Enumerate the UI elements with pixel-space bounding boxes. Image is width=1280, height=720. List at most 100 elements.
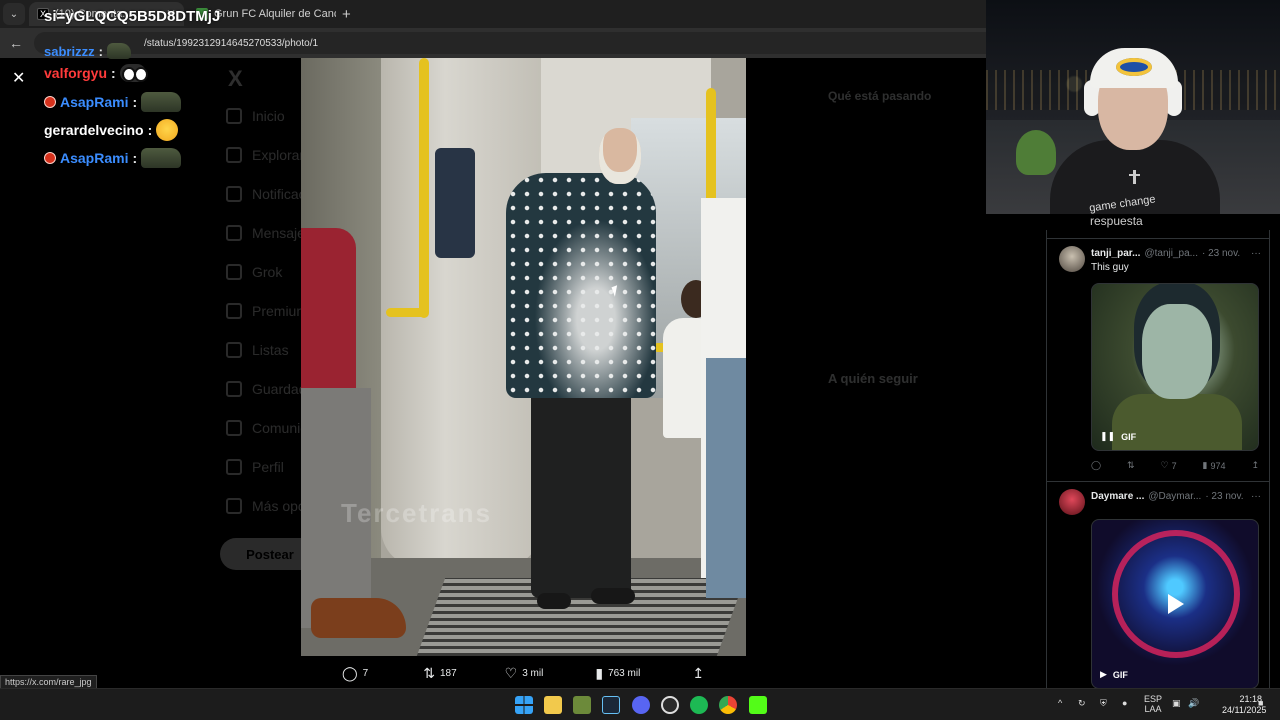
home-icon <box>226 108 242 124</box>
photo-man-legs <box>531 388 631 598</box>
more-circle-icon <box>226 498 242 514</box>
chat-message: valforgyu: <box>44 62 148 84</box>
sync-icon[interactable]: ↻ <box>1078 698 1086 709</box>
post-author-handle: @Daymar... <box>1148 491 1202 502</box>
post-text: This guy <box>1091 262 1129 273</box>
discord-icon[interactable] <box>632 696 650 714</box>
repost-button[interactable]: ⇅ 187 <box>423 665 456 682</box>
reply-label-partial: respuesta <box>1090 214 1143 228</box>
chat-username: valforgyu <box>44 65 108 81</box>
more-icon[interactable]: ··· <box>1251 491 1261 502</box>
minecraft-icon[interactable] <box>573 696 591 714</box>
share-icon: ↥ <box>692 664 705 681</box>
x-logo-icon[interactable]: X <box>228 66 243 92</box>
post-author-name[interactable]: Daymare ... <box>1091 491 1144 502</box>
cap-logo-icon <box>1116 58 1152 76</box>
frog-emote-icon <box>141 148 182 168</box>
play-small-icon[interactable]: ▶ <box>1100 669 1107 680</box>
tab-title: Grun FC Alquiler de Canchas de <box>214 8 336 20</box>
list-icon <box>226 342 242 358</box>
yellow-pole <box>419 58 429 318</box>
divider <box>1047 238 1269 239</box>
chat-username: gerardelvecino <box>44 122 144 138</box>
stream-overlay-text: si=yGLQCQ5B5D8DTMjJ <box>44 8 221 25</box>
spotify-icon[interactable] <box>690 696 708 714</box>
avatar[interactable] <box>1059 246 1085 272</box>
share-button[interactable]: ↥ <box>1251 460 1259 471</box>
notification-icon[interactable]: ■ <box>1258 698 1263 708</box>
reply-button[interactable]: ◯ 7 <box>342 665 368 682</box>
gif-media[interactable]: ❚❚ GIF <box>1091 283 1259 451</box>
gif-coat <box>1112 394 1242 450</box>
tab-search-button[interactable]: ⌄ <box>3 3 25 25</box>
sidebar-item-grok[interactable]: Grok <box>226 264 282 280</box>
photo-shoe <box>311 598 406 638</box>
view-count: 763 mil <box>608 667 641 679</box>
like-count: 7 <box>1171 460 1177 471</box>
heart-icon: ♡ <box>1160 460 1169 470</box>
network-icon[interactable]: ▣ <box>1172 698 1181 709</box>
like-button[interactable]: ♡ 7 <box>1161 460 1177 471</box>
new-tab-button[interactable]: + <box>342 6 351 23</box>
chevron-up-icon[interactable]: ^ <box>1058 698 1062 708</box>
post-header: tanji_par... @tanji_pa... · 23 nov. ··· <box>1091 248 1261 259</box>
volume-icon[interactable]: 🔊 <box>1188 698 1199 709</box>
chat-username: sabrizzz <box>44 43 95 59</box>
post-author-name[interactable]: tanji_par... <box>1091 248 1140 259</box>
language-indicator[interactable]: ESP LAA <box>1144 694 1162 714</box>
sidebar-item-label: Listas <box>252 342 289 358</box>
more-icon[interactable]: ··· <box>1251 248 1261 259</box>
sidebar-item-explore[interactable]: Explorar <box>226 147 304 163</box>
obs-icon[interactable] <box>661 696 679 714</box>
share-button[interactable]: ↥ <box>692 665 704 682</box>
chat-message: AsapRami: <box>44 91 182 113</box>
post-date: · 23 nov. <box>1201 248 1241 259</box>
repost-icon: ⇅ <box>1127 460 1135 470</box>
photo-man-head <box>599 128 641 184</box>
mail-icon <box>226 225 242 241</box>
gif-badge: ❚❚ GIF <box>1100 431 1136 442</box>
close-viewer-icon[interactable]: ✕ <box>12 68 25 88</box>
chat-username: AsapRami <box>60 94 129 110</box>
search-icon <box>226 147 242 163</box>
gif-media[interactable]: ▶ GIF <box>1091 519 1259 688</box>
view-count: 974 <box>1210 460 1226 471</box>
sidebar-item-home[interactable]: Inicio <box>226 108 285 124</box>
chrome-icon[interactable] <box>719 696 737 714</box>
views-button[interactable]: ▮ 763 mil <box>595 665 640 682</box>
pause-icon[interactable]: ❚❚ <box>1100 431 1115 442</box>
repost-count: 187 <box>439 667 457 679</box>
like-count: 3 mil <box>522 667 544 679</box>
sidebar-item-profile[interactable]: Perfil <box>226 459 284 475</box>
steam-icon[interactable] <box>602 696 620 714</box>
repost-button[interactable]: ⇅ <box>1127 460 1135 471</box>
kick-icon[interactable] <box>749 696 767 714</box>
shield-icon[interactable]: ⛨ <box>1100 698 1107 709</box>
sidebar-item-label: Perfil <box>252 459 284 475</box>
chat-username: AsapRami <box>60 150 129 166</box>
sidebar-item-messages[interactable]: Mensajes <box>226 225 312 241</box>
photo-watermark: Tercetrans <box>341 498 493 528</box>
back-arrow-icon[interactable]: ← <box>6 35 26 51</box>
avatar[interactable] <box>1059 489 1085 515</box>
clock[interactable]: 21:18 24/11/2025 <box>1222 694 1266 716</box>
sidebar-item-premium[interactable]: Premium <box>226 303 308 319</box>
microphone-icon[interactable]: ● <box>1122 698 1127 708</box>
sidebar-item-lists[interactable]: Listas <box>226 342 289 358</box>
chat-message: gerardelvecino: <box>44 119 179 141</box>
screen: ⌄ X (10) Comenta... ✕ Grun FC Alquiler d… <box>0 0 1280 720</box>
like-button[interactable]: ♡ 3 mil <box>505 665 544 682</box>
webcam-overlay: game change <box>986 0 1280 214</box>
play-icon[interactable] <box>1168 594 1184 614</box>
bar-chart-icon: ▮ <box>1202 460 1208 470</box>
post-actions-bar: ◯ 7 ⇅ 187 ♡ 3 mil ▮ 763 mil ↥ <box>330 662 730 684</box>
post-date: · 23 nov. <box>1205 491 1244 502</box>
photo-person-right-legs <box>706 358 746 598</box>
post-photo[interactable]: Tercetrans <box>301 58 746 656</box>
reply-button[interactable]: ◯ <box>1091 460 1101 471</box>
keyboard-label: LAA <box>1144 704 1162 714</box>
windows-start-icon[interactable] <box>515 696 533 714</box>
bell-icon <box>226 186 242 202</box>
views-button[interactable]: ▮ 974 <box>1203 460 1226 471</box>
file-explorer-icon[interactable] <box>544 696 562 714</box>
